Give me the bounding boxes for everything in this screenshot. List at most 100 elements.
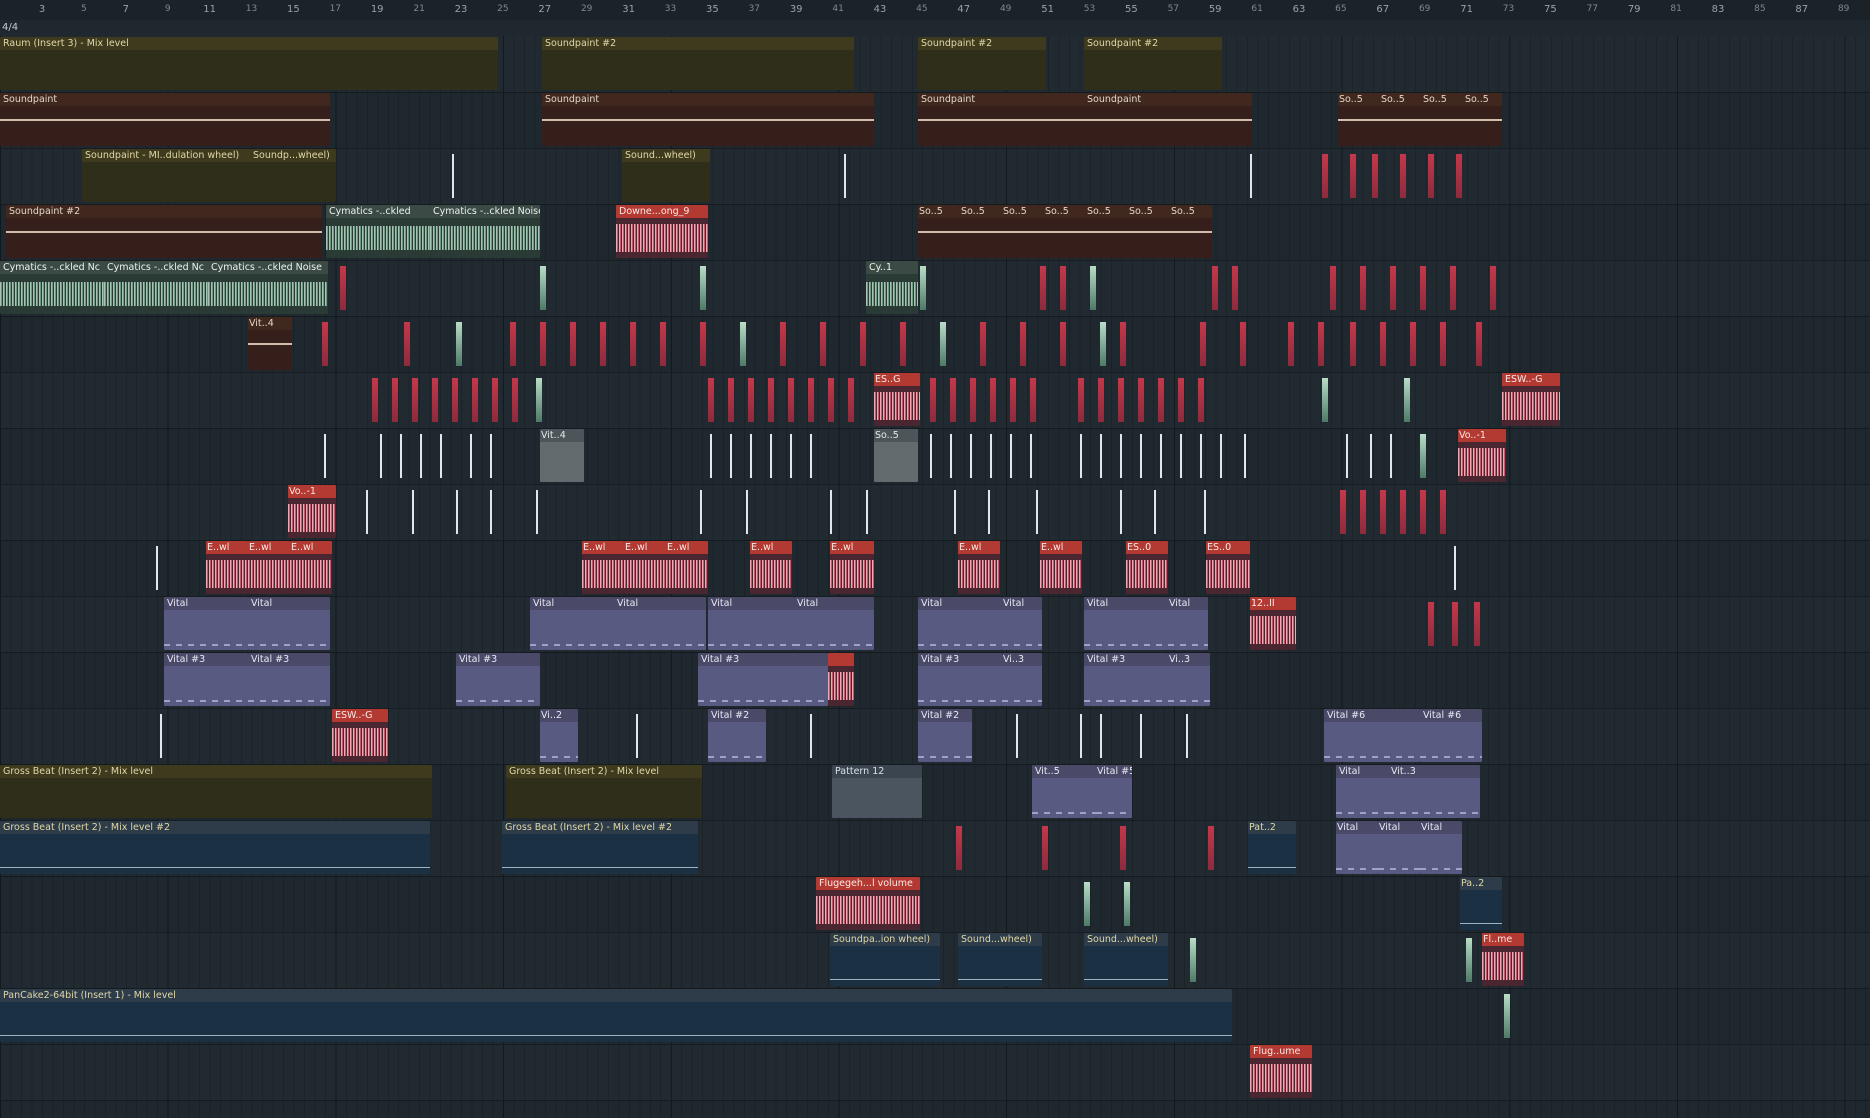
- playlist-clip[interactable]: So..5: [1422, 93, 1464, 146]
- sample-sliver[interactable]: [1220, 434, 1222, 478]
- sample-sliver[interactable]: [1030, 378, 1036, 422]
- playlist-clip[interactable]: So..5: [1464, 93, 1502, 146]
- playlist-clip[interactable]: Vital: [1420, 821, 1462, 874]
- sample-sliver[interactable]: [750, 434, 752, 478]
- playlist-clip[interactable]: Vital: [1002, 597, 1042, 650]
- sample-sliver[interactable]: [780, 322, 786, 366]
- sample-sliver[interactable]: [1428, 154, 1434, 198]
- sample-sliver[interactable]: [630, 322, 636, 366]
- sample-sliver[interactable]: [412, 378, 418, 422]
- playlist-lane[interactable]: Soundpaint Soundpaint Soundpaint Soundpaint…: [0, 92, 1870, 149]
- sample-sliver[interactable]: [570, 322, 576, 366]
- playlist-clip[interactable]: Gross Beat (Insert 2) - Mix level: [0, 765, 432, 818]
- sample-sliver[interactable]: [1380, 322, 1386, 366]
- sample-sliver[interactable]: [700, 322, 706, 366]
- sample-sliver[interactable]: [1420, 434, 1426, 478]
- sample-sliver[interactable]: [940, 322, 946, 366]
- playlist-clip[interactable]: Vital: [1336, 765, 1388, 818]
- sample-sliver[interactable]: [1036, 490, 1038, 534]
- sample-sliver[interactable]: [1410, 322, 1416, 366]
- sample-sliver[interactable]: [770, 434, 772, 478]
- sample-sliver[interactable]: [660, 322, 666, 366]
- sample-sliver[interactable]: [1124, 882, 1130, 926]
- sample-sliver[interactable]: [1178, 378, 1184, 422]
- sample-sliver[interactable]: [1428, 602, 1434, 646]
- playlist-clip[interactable]: Vital: [1336, 821, 1378, 874]
- sample-sliver[interactable]: [536, 378, 542, 422]
- sample-sliver[interactable]: [1288, 322, 1294, 366]
- sample-sliver[interactable]: [954, 490, 956, 534]
- playlist-clip[interactable]: Vital #2: [708, 709, 766, 762]
- playlist-clip[interactable]: Soundpaint - MI..dulation wheel): [82, 149, 250, 202]
- sample-sliver[interactable]: [1450, 266, 1456, 310]
- sample-sliver[interactable]: [1360, 490, 1366, 534]
- sample-sliver[interactable]: [1250, 154, 1252, 198]
- sample-sliver[interactable]: [1020, 322, 1026, 366]
- sample-sliver[interactable]: [1040, 266, 1046, 310]
- playlist-clip[interactable]: Pattern 12: [832, 765, 922, 818]
- playlist-clip[interactable]: Gross Beat (Insert 2) - Mix level #2: [0, 821, 430, 874]
- sample-sliver[interactable]: [920, 266, 926, 310]
- sample-sliver[interactable]: [1118, 378, 1124, 422]
- playlist-clip[interactable]: Soundpaint: [1084, 93, 1252, 146]
- timeline-ruler[interactable]: 3 5 7 9 11 13 15 17 19 21 23 25 27 29 31 33 35 37 39 41 43 45…: [0, 0, 1870, 20]
- sample-sliver[interactable]: [1010, 434, 1012, 478]
- sample-sliver[interactable]: [1420, 490, 1426, 534]
- sample-sliver[interactable]: [970, 378, 976, 422]
- sample-sliver[interactable]: [810, 434, 812, 478]
- playlist-clip[interactable]: Pa..2: [1460, 877, 1502, 930]
- sample-sliver[interactable]: [1370, 434, 1372, 478]
- sample-sliver[interactable]: [710, 434, 712, 478]
- sample-sliver[interactable]: [900, 322, 906, 366]
- sample-sliver[interactable]: [1186, 714, 1188, 758]
- sample-sliver[interactable]: [1240, 322, 1246, 366]
- playlist-clip[interactable]: So..5: [1002, 205, 1044, 258]
- sample-sliver[interactable]: [790, 434, 792, 478]
- playlist-clip[interactable]: Soundpaint #2: [6, 205, 322, 258]
- sample-sliver[interactable]: [1350, 322, 1356, 366]
- playlist-clip[interactable]: Fl..me: [1482, 933, 1524, 986]
- sample-sliver[interactable]: [1154, 490, 1156, 534]
- sample-sliver[interactable]: [1200, 322, 1206, 366]
- playlist-clip[interactable]: E..wl: [248, 541, 290, 594]
- sample-sliver[interactable]: [1078, 378, 1084, 422]
- playlist-clip[interactable]: Cymatics -..ckled Nc: [104, 261, 208, 314]
- playlist-clip[interactable]: ES..G: [874, 373, 920, 426]
- playlist-clip[interactable]: Flug..ume: [1250, 1045, 1312, 1098]
- sample-sliver[interactable]: [1030, 434, 1032, 478]
- playlist-clip[interactable]: Vit..5: [1032, 765, 1096, 818]
- playlist-clip[interactable]: ES..0: [1206, 541, 1250, 594]
- sample-sliver[interactable]: [1404, 378, 1410, 422]
- sample-sliver[interactable]: [1390, 266, 1396, 310]
- playlist-clip[interactable]: So..5: [918, 205, 960, 258]
- sample-sliver[interactable]: [820, 322, 826, 366]
- playlist-lane[interactable]: Flugegeh...l volume Pa..2: [0, 876, 1870, 933]
- playlist-clip[interactable]: Cymatics -..ckled Nc: [0, 261, 104, 314]
- sample-sliver[interactable]: [860, 322, 866, 366]
- playlist-lane[interactable]: Vital Vital Vital Vital Vital Vital Vital Vital…: [0, 596, 1870, 653]
- playlist-clip[interactable]: Soundpa..ion wheel): [830, 933, 940, 986]
- sample-sliver[interactable]: [1476, 322, 1482, 366]
- playlist-clip[interactable]: Vital #3: [456, 653, 540, 706]
- playlist-clip[interactable]: Cy..1: [866, 261, 918, 314]
- playlist-clip[interactable]: Vital #5: [1096, 765, 1132, 818]
- sample-sliver[interactable]: [492, 378, 498, 422]
- playlist-clip[interactable]: Soundpaint #2: [542, 37, 854, 90]
- sample-sliver[interactable]: [1360, 266, 1366, 310]
- sample-sliver[interactable]: [950, 378, 956, 422]
- playlist-clip[interactable]: Raum (Insert 3) - Mix level: [0, 37, 498, 90]
- playlist-clip[interactable]: Vital #3: [918, 653, 1002, 706]
- sample-sliver[interactable]: [470, 434, 472, 478]
- playlist-lane[interactable]: Vit..4 So..5 Vo..-1: [0, 428, 1870, 485]
- sample-sliver[interactable]: [456, 322, 462, 366]
- playlist-clip[interactable]: So..5: [1170, 205, 1212, 258]
- sample-sliver[interactable]: [1504, 994, 1510, 1038]
- sample-sliver[interactable]: [740, 322, 746, 366]
- playlist-clip[interactable]: ESW..-G: [1502, 373, 1560, 426]
- playlist-clip[interactable]: Pat..2: [1248, 821, 1296, 874]
- sample-sliver[interactable]: [1212, 266, 1218, 310]
- sample-sliver[interactable]: [456, 490, 458, 534]
- sample-sliver[interactable]: [322, 322, 328, 366]
- playlist-lane[interactable]: Soundpaint - MI..dulation wheel) Soundp..…: [0, 148, 1870, 205]
- sample-sliver[interactable]: [372, 378, 378, 422]
